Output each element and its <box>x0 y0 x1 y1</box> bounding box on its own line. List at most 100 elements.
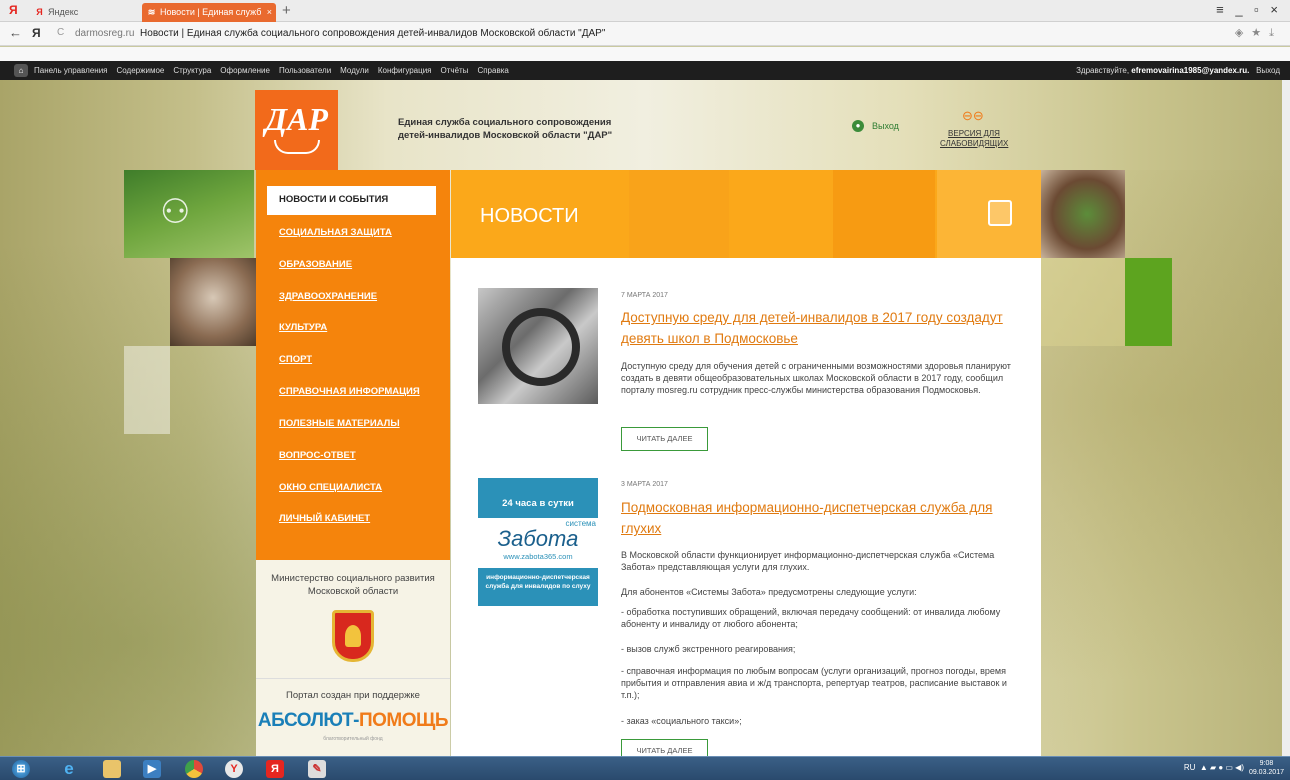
yandex-logo[interactable]: Я <box>9 3 18 17</box>
news-thumb-zabota[interactable]: 24 часа в сутки система Забота www.zabot… <box>478 478 598 606</box>
low-vision-link[interactable]: ВЕРСИЯ ДЛЯ СЛАБОВИДЯЩИХ <box>940 129 1008 149</box>
tab-news[interactable]: ≋ Новости | Единая служб × <box>142 3 276 22</box>
paint-icon[interactable]: ✎ <box>308 760 326 778</box>
sidebar-item-health[interactable]: ЗДРАВООХРАНЕНИЕ <box>279 291 377 302</box>
admin-menu-users[interactable]: Пользователи <box>279 66 331 75</box>
divider <box>256 678 450 679</box>
url-domain: darmosreg.ru <box>75 28 135 39</box>
greeting: Здравствуйте, <box>1076 66 1132 75</box>
logo-text: ДАР <box>265 101 328 137</box>
site-logo[interactable]: ДАР <box>255 90 338 170</box>
news-title[interactable]: Подмосковная информационно-диспетчерская… <box>621 497 1011 539</box>
absolut-a: АБСОЛЮТ- <box>257 710 360 731</box>
address-bar: ← Я C darmosreg.ru Новости | Единая служ… <box>0 22 1290 46</box>
sidebar-item-education[interactable]: ОБРАЗОВАНИЕ <box>279 259 352 270</box>
admin-menu: Панель управления Содержимое Структура Офор… <box>34 61 518 80</box>
admin-menu-config[interactable]: Конфигурация <box>378 66 432 75</box>
user-icon[interactable]: ● <box>852 120 864 132</box>
glasses-icon[interactable]: ⊖⊖ <box>962 108 984 124</box>
user-email[interactable]: efremovairina1985@yandex.ru. <box>1131 66 1249 75</box>
yandex-home-icon[interactable]: Я <box>32 26 41 40</box>
absolut-logo[interactable]: АБСОЛЮТ-ПОМОЩЬ <box>256 710 450 732</box>
coat-of-arms-icon[interactable] <box>332 610 374 662</box>
bg-square-yellow <box>1041 258 1125 346</box>
bg-square-green <box>1125 258 1172 346</box>
browser-tab-bar: Я Я Яндекс ≋ Новости | Единая служб × + … <box>0 0 1290 22</box>
low-vision-line2: СЛАБОВИДЯЩИХ <box>940 139 1009 148</box>
newspaper-icon <box>988 200 1012 226</box>
admin-menu-reports[interactable]: Отчёты <box>441 66 469 75</box>
sidebar-item-news[interactable]: НОВОСТИ И СОБЫТИЯ <box>267 186 436 215</box>
page-title: НОВОСТИ <box>480 205 579 227</box>
sidebar-item-reference[interactable]: СПРАВОЧНАЯ ИНФОРМАЦИЯ <box>279 386 420 397</box>
yandex-browser-icon[interactable]: Y <box>225 760 243 778</box>
ie-icon[interactable]: e <box>60 760 78 778</box>
bg-square-light <box>124 346 170 434</box>
explorer-icon[interactable] <box>103 760 121 778</box>
tab-yandex[interactable]: Я Яндекс <box>30 3 138 22</box>
news-date: 7 МАРТА 2017 <box>621 292 668 299</box>
chrome-icon[interactable] <box>185 760 203 778</box>
scrollbar[interactable] <box>1282 80 1290 756</box>
yandex-favicon-icon: Я <box>36 7 43 17</box>
admin-logout-link[interactable]: Выход <box>1256 66 1280 75</box>
admin-menu-structure[interactable]: Структура <box>173 66 211 75</box>
hands-photo <box>170 258 256 346</box>
windows-taskbar: ⊞ e ▶ Y Я ✎ RU ▲ ▰ ● ▭ ◀) 9:08 09.03.201… <box>0 756 1290 780</box>
news-text: Доступную среду для обучения детей с огр… <box>621 361 1011 395</box>
system-tray[interactable]: RU ▲ ▰ ● ▭ ◀) <box>1184 763 1244 772</box>
sidebar-item-cabinet[interactable]: ЛИЧНЫЙ КАБИНЕТ <box>279 513 370 524</box>
url-field[interactable]: darmosreg.ru Новости | Единая служба соц… <box>75 28 605 39</box>
site-favicon-icon: ≋ <box>147 7 156 17</box>
close-tab-icon[interactable]: × <box>267 3 272 22</box>
sidebar-item-qa[interactable]: ВОПРОС-ОТВЕТ <box>279 450 356 461</box>
tab-label: Яндекс <box>48 7 79 17</box>
plant-hands-photo <box>1041 170 1125 258</box>
supported-by: Портал создан при поддержке <box>286 690 420 701</box>
reload-icon[interactable]: C <box>57 27 64 38</box>
sidebar-item-specialist[interactable]: ОКНО СПЕЦИАЛИСТА <box>279 482 382 493</box>
absolut-b: ПОМОЩЬ <box>359 710 449 731</box>
language-indicator[interactable]: RU <box>1184 763 1196 772</box>
url-page-title: Новости | Единая служба социального сопр… <box>140 28 606 39</box>
home-icon[interactable]: ⌂ <box>14 64 28 77</box>
exit-link[interactable]: Выход <box>872 121 899 131</box>
admin-menu-appearance[interactable]: Оформление <box>220 66 270 75</box>
news-paragraph: - обработка поступивших обращений, включ… <box>621 607 1001 629</box>
logo-hand-icon <box>273 140 320 154</box>
family-silhouette-icon: ⚇ <box>160 193 191 231</box>
ministry-line2: Московской области <box>307 586 399 597</box>
news-title[interactable]: Доступную среду для детей-инвалидов в 20… <box>621 307 1011 349</box>
ministry-line1: Министерство социального развития <box>271 573 435 584</box>
read-more-button[interactable]: ЧИТАТЬ ДАЛЕЕ <box>621 427 708 451</box>
site-title: Единая служба социального сопровождения … <box>398 116 612 142</box>
back-button[interactable]: ← <box>9 25 22 40</box>
admin-menu-dashboard[interactable]: Панель управления <box>34 66 108 75</box>
window-controls[interactable]: ≡ _ ▫ × <box>1216 2 1282 17</box>
tab-label: Новости | Единая служб <box>160 7 262 17</box>
sidebar-item-materials[interactable]: ПОЛЕЗНЫЕ МАТЕРИАЛЫ <box>279 418 400 429</box>
partners-box: Министерство социального развития Москов… <box>256 560 450 760</box>
sidebar-item-culture[interactable]: КУЛЬТУРА <box>279 322 327 333</box>
site-title-line2: детей-инвалидов Московской области "ДАР" <box>398 130 613 141</box>
admin-user-area: Здравствуйте, efremovairina1985@yandex.r… <box>1076 61 1280 80</box>
new-tab-button[interactable]: + <box>282 2 291 19</box>
sidebar-item-sport[interactable]: СПОРТ <box>279 354 312 365</box>
admin-menu-modules[interactable]: Модули <box>340 66 369 75</box>
crest-figure <box>345 625 361 647</box>
news-date: 3 МАРТА 2017 <box>621 481 668 488</box>
header-tile <box>833 170 935 258</box>
admin-menu-help[interactable]: Справка <box>477 66 508 75</box>
clock-time: 9:08 <box>1259 760 1274 767</box>
yandex-icon[interactable]: Я <box>266 760 284 778</box>
ministry-title[interactable]: Министерство социального развития Москов… <box>256 572 450 598</box>
sidebar-item-social[interactable]: СОЦИАЛЬНАЯ ЗАЩИТА <box>279 227 392 238</box>
clock-date: 09.03.2017 <box>1248 769 1284 776</box>
clock[interactable]: 9:08 09.03.2017 <box>1249 759 1284 777</box>
thumb-brand: Забота <box>497 526 579 551</box>
media-player-icon[interactable]: ▶ <box>143 760 161 778</box>
admin-menu-content[interactable]: Содержимое <box>117 66 165 75</box>
start-button-icon[interactable]: ⊞ <box>12 760 30 778</box>
bookmark-star-icon[interactable]: ◈★⤓ <box>1235 26 1282 40</box>
thumb-24h: 24 часа в сутки <box>502 498 574 509</box>
